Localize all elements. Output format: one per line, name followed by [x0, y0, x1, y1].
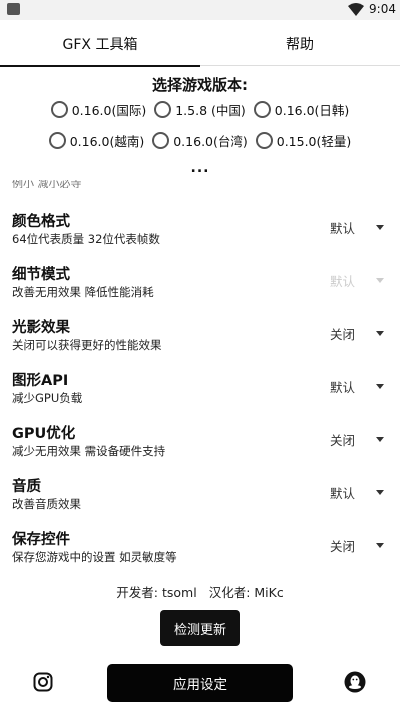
setting-description: 保存您游戏中的设置 如灵敏度等: [12, 550, 177, 564]
radio-icon: [253, 100, 271, 118]
developer-credit: 开发者: tsoml: [116, 585, 197, 600]
setting-title: 细节模式: [12, 267, 70, 283]
setting-title: 音质: [12, 479, 41, 495]
setting-row-gpu-optimization: GPU优化 减少无用效果 需设备硬件支持 关闭: [0, 418, 400, 468]
radio-icon: [50, 100, 68, 118]
translator-credit: 汉化者: MiKc: [208, 585, 284, 600]
dropdown-value: 默认: [330, 485, 356, 501]
dropdown-value: 关闭: [330, 326, 356, 342]
tab-bar: GFX 工具箱 帮助: [0, 22, 400, 67]
dropdown-value: 关闭: [330, 538, 356, 554]
setting-row-save-controls: 保存控件 保存您游戏中的设置 如灵敏度等 关闭: [0, 524, 400, 574]
setting-description: 改善无用效果 降低性能消耗: [12, 285, 154, 299]
dropdown-value: 关闭: [330, 432, 356, 448]
save-controls-dropdown[interactable]: 关闭: [330, 534, 390, 556]
version-option-jp-kr[interactable]: 0.16.0(日韩): [253, 99, 349, 119]
tab-label: 帮助: [286, 37, 314, 53]
tab-indicator: [0, 65, 200, 67]
version-option-china[interactable]: 1.5.8 (中国): [154, 99, 246, 119]
setting-description: 64位代表质量 32位代表帧数: [12, 232, 160, 246]
bottom-bar: 应用设定: [0, 660, 400, 706]
status-time: 9:04: [369, 2, 396, 16]
sound-quality-dropdown[interactable]: 默认: [330, 481, 390, 503]
chevron-down-icon: [376, 489, 384, 495]
setting-row-shadow-effects: 光影效果 关闭可以获得更好的性能效果 关闭: [0, 312, 400, 362]
tab-gfx-toolbox[interactable]: GFX 工具箱: [0, 22, 200, 67]
setting-description: 改善音质效果: [12, 497, 81, 511]
setting-row-graphics-api: 图形API 减少GPU负载 默认: [0, 365, 400, 415]
version-option-lite[interactable]: 0.15.0(轻量): [255, 130, 351, 150]
chevron-down-icon: [376, 224, 384, 230]
credits: 开发者: tsoml 汉化者: MiKc: [0, 582, 400, 601]
app-icon: [7, 3, 20, 15]
dropdown-value: 默认: [330, 273, 356, 289]
more-versions-indicator[interactable]: ...: [0, 161, 400, 175]
dropdown-value: 默认: [330, 220, 356, 236]
detail-mode-dropdown[interactable]: 默认: [330, 269, 390, 291]
version-row: 0.16.0(国际) 1.5.8 (中国) 0.16.0(日韩): [0, 99, 400, 119]
dropdown-value: 默认: [330, 379, 356, 395]
chevron-down-icon: [376, 277, 384, 283]
color-format-dropdown[interactable]: 默认: [330, 216, 390, 238]
setting-title: GPU优化: [12, 426, 76, 442]
setting-description: 关闭可以获得更好的性能效果: [12, 338, 162, 352]
radio-icon: [48, 131, 66, 149]
chevron-down-icon: [376, 383, 384, 389]
version-option-global[interactable]: 0.16.0(国际): [50, 99, 146, 119]
setting-title: 保存控件: [12, 532, 70, 548]
version-option-vietnam[interactable]: 0.16.0(越南): [48, 130, 144, 150]
radio-icon: [255, 131, 273, 149]
chevron-down-icon: [376, 542, 384, 548]
chevron-down-icon: [376, 330, 384, 336]
version-row: 0.16.0(越南) 0.16.0(台湾) 0.15.0(轻量): [0, 130, 400, 150]
status-bar: 9:04: [0, 0, 400, 20]
setting-title: 颜色格式: [12, 214, 70, 230]
clipped-text: 例小 减小必寺: [12, 180, 82, 188]
setting-description: 减少GPU负载: [12, 391, 83, 405]
radio-icon: [152, 131, 170, 149]
version-option-taiwan[interactable]: 0.16.0(台湾): [152, 130, 248, 150]
wifi-icon: [348, 3, 364, 16]
apply-settings-button[interactable]: 应用设定: [107, 664, 293, 702]
setting-row-detail-mode: 细节模式 改善无用效果 降低性能消耗 默认: [0, 259, 400, 309]
gpu-optimization-dropdown[interactable]: 关闭: [330, 428, 390, 450]
chevron-down-icon: [376, 436, 384, 442]
instagram-icon[interactable]: [33, 672, 53, 692]
radio-icon: [154, 100, 172, 118]
graphics-api-dropdown[interactable]: 默认: [330, 375, 390, 397]
setting-title: 光影效果: [12, 320, 70, 336]
tab-help[interactable]: 帮助: [200, 22, 400, 66]
setting-row-sound-quality: 音质 改善音质效果 默认: [0, 471, 400, 521]
setting-description: 减少无用效果 需设备硬件支持: [12, 444, 166, 458]
setting-title: 图形API: [12, 373, 69, 389]
qq-icon[interactable]: [344, 671, 366, 693]
version-picker-title: 选择游戏版本:: [152, 76, 248, 94]
check-update-button[interactable]: 检测更新: [160, 610, 240, 646]
shadow-effects-dropdown[interactable]: 关闭: [330, 322, 390, 344]
tab-label: GFX 工具箱: [62, 37, 138, 53]
setting-row-color-format: 颜色格式 64位代表质量 32位代表帧数 默认: [0, 206, 400, 256]
